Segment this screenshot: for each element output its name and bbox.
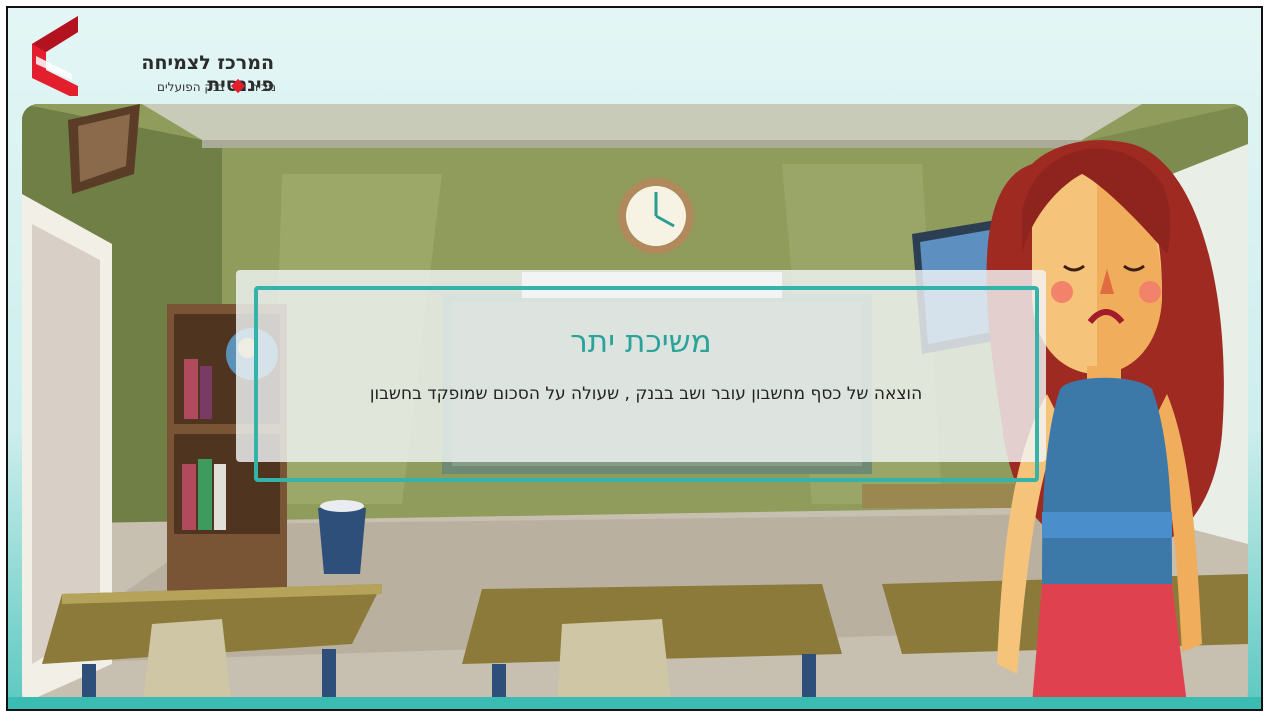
brand-logo: המרכז לצמיחה פיננסית מבית בנק הפועלים — [26, 16, 276, 100]
slide-frame: המרכז לצמיחה פיננסית מבית בנק הפועלים — [6, 6, 1263, 711]
term-title: משיכת יתר — [570, 324, 712, 360]
classroom-scene: משיכת יתר הוצאה של כסף מחשבון עובר ושב ב… — [22, 104, 1248, 709]
bottom-band — [8, 697, 1261, 709]
definition-card: משיכת יתר הוצאה של כסף מחשבון עובר ושב ב… — [236, 270, 1046, 482]
diamond-icon — [230, 78, 245, 94]
term-definition: הוצאה של כסף מחשבון עובר ושב בבנק , שעול… — [369, 384, 923, 404]
brand-subtitle: מבית בנק הפועלים — [86, 78, 276, 94]
brand-subtitle-prefix: מבית — [250, 80, 276, 94]
brand-subtitle-bank: בנק הפועלים — [157, 80, 225, 94]
